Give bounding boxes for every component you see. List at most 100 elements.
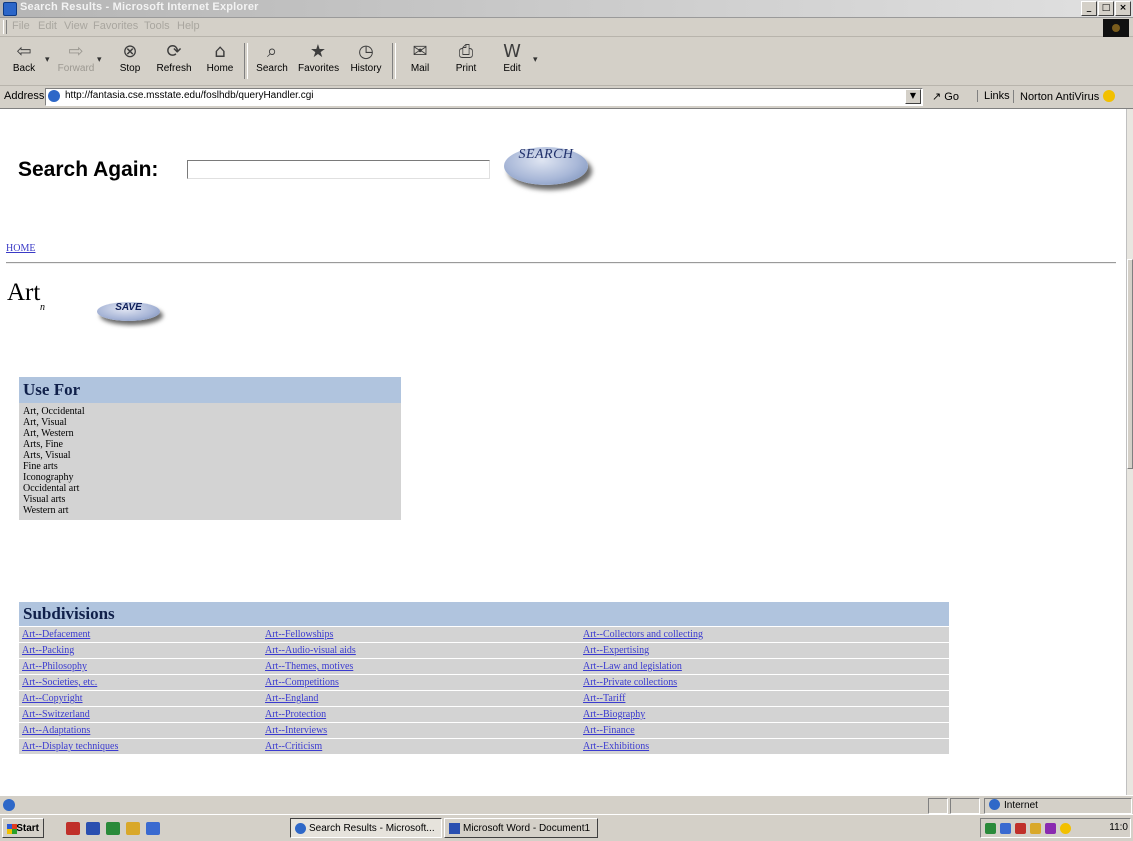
- refresh-button[interactable]: ⟳ Refresh: [154, 39, 194, 83]
- outlook-icon[interactable]: [126, 822, 140, 835]
- task-word[interactable]: Microsoft Word - Document1: [444, 818, 598, 838]
- tray-icon[interactable]: [1015, 823, 1026, 834]
- menu-file[interactable]: File: [12, 20, 30, 32]
- page-status-icon: [3, 799, 15, 811]
- tray-icon[interactable]: [985, 823, 996, 834]
- subdivision-link[interactable]: Art--Societies, etc.: [19, 675, 262, 690]
- subdivision-link[interactable]: Art--Audio-visual aids: [262, 643, 580, 658]
- subdivision-link[interactable]: Art--Private collections: [580, 675, 949, 690]
- address-dropdown-icon[interactable]: ▼: [905, 89, 921, 104]
- subdivision-link[interactable]: Art--Law and legislation: [580, 659, 949, 674]
- back-dropdown-icon[interactable]: ▾: [45, 55, 50, 65]
- table-row: Art--Defacement Art--Fellowships Art--Co…: [19, 626, 949, 642]
- use-for-item: Western art: [23, 505, 69, 516]
- window-controls: _ □ ×: [1081, 1, 1131, 16]
- tray-icon[interactable]: [1030, 823, 1041, 834]
- save-button[interactable]: SAVE: [97, 302, 160, 321]
- table-row: Art--Societies, etc. Art--Competitions A…: [19, 674, 949, 690]
- edit-label: Edit: [503, 63, 521, 74]
- norton-tray-icon[interactable]: [1060, 823, 1071, 834]
- subdivision-link[interactable]: Art--Copyright: [19, 691, 262, 706]
- go-button[interactable]: ↗ Go: [932, 90, 959, 103]
- use-for-item: Art, Western: [23, 428, 74, 439]
- ie-icon: [3, 2, 17, 16]
- norton-antivirus-button[interactable]: Norton AntiVirus: [1013, 90, 1116, 103]
- search-again-input[interactable]: [187, 160, 490, 179]
- excel-icon[interactable]: [106, 822, 120, 835]
- search-toolbar-button[interactable]: ⌕ Search: [252, 39, 292, 83]
- tray-icon[interactable]: [1000, 823, 1011, 834]
- home-label: Home: [206, 63, 234, 74]
- menu-tools[interactable]: Tools: [144, 20, 170, 32]
- back-label: Back: [12, 63, 36, 74]
- subdivision-link[interactable]: Art--Expertising: [580, 643, 949, 658]
- home-button[interactable]: ⌂ Home: [200, 39, 240, 83]
- close-button[interactable]: ×: [1115, 1, 1131, 16]
- search-button[interactable]: SEARCH: [504, 147, 588, 185]
- subdivision-link[interactable]: Art--Interviews: [262, 723, 580, 738]
- subdivision-link[interactable]: Art--Adaptations: [19, 723, 262, 738]
- address-url[interactable]: http://fantasia.cse.msstate.edu/foslhdb/…: [65, 90, 313, 101]
- subdivision-link[interactable]: Art--Fellowships: [262, 627, 580, 642]
- use-for-item: Art, Visual: [23, 417, 67, 428]
- vertical-scrollbar[interactable]: [1126, 109, 1133, 795]
- stop-button[interactable]: ⊗ Stop: [110, 39, 150, 83]
- task-label: Search Results - Microsoft...: [309, 823, 435, 834]
- status-pane: [950, 798, 980, 814]
- subdivision-link[interactable]: Art--Philosophy: [19, 659, 262, 674]
- subdivision-link[interactable]: Art--Exhibitions: [580, 739, 949, 754]
- forward-dropdown-icon[interactable]: ▾: [97, 55, 102, 65]
- mail-button[interactable]: ✉ Mail: [400, 39, 440, 83]
- subdivision-link[interactable]: Art--Protection: [262, 707, 580, 722]
- menu-favorites[interactable]: Favorites: [93, 20, 138, 32]
- subdivision-link[interactable]: Art--Criticism: [262, 739, 580, 754]
- menu-help[interactable]: Help: [177, 20, 200, 32]
- subdivision-link[interactable]: Art--Packing: [19, 643, 262, 658]
- subdivision-link[interactable]: Art--Tariff: [580, 691, 949, 706]
- subdivision-link[interactable]: Art--Finance: [580, 723, 949, 738]
- edit-dropdown-icon[interactable]: ▾: [533, 55, 538, 65]
- table-row: Art--Switzerland Art--Protection Art--Bi…: [19, 706, 949, 722]
- print-icon: ⎙: [458, 41, 474, 62]
- subdivision-link[interactable]: Art--Switzerland: [19, 707, 262, 722]
- subdivision-link[interactable]: Art--Competitions: [262, 675, 580, 690]
- back-button[interactable]: ⇦ Back: [4, 39, 44, 83]
- menu-edit[interactable]: Edit: [38, 20, 57, 32]
- scrollbar-thumb[interactable]: [1127, 259, 1133, 469]
- norton-label: Norton AntiVirus: [1020, 91, 1100, 103]
- word-icon[interactable]: [86, 822, 100, 835]
- quicklaunch-icon[interactable]: [66, 822, 80, 835]
- term-part-of-speech: n: [40, 302, 45, 313]
- task-ie[interactable]: Search Results - Microsoft...: [290, 818, 442, 838]
- menu-grip: [3, 20, 7, 34]
- maximize-button[interactable]: □: [1098, 1, 1114, 16]
- minimize-button[interactable]: _: [1081, 1, 1097, 16]
- use-for-item: Art, Occidental: [23, 406, 85, 417]
- forward-button[interactable]: ⇨ Forward: [56, 39, 96, 83]
- subdivision-link[interactable]: Art--Display techniques: [19, 739, 262, 754]
- print-button[interactable]: ⎙ Print: [446, 39, 486, 83]
- menu-view[interactable]: View: [64, 20, 88, 32]
- address-input[interactable]: http://fantasia.cse.msstate.edu/foslhdb/…: [45, 88, 923, 106]
- subdivision-link[interactable]: Art--Collectors and collecting: [580, 627, 949, 642]
- subdivision-link[interactable]: Art--England: [262, 691, 580, 706]
- ie-icon: [295, 823, 306, 834]
- subdivision-link[interactable]: Art--Themes, motives: [262, 659, 580, 674]
- links-button[interactable]: Links: [977, 90, 1010, 102]
- windows-logo-throbber: [1103, 19, 1129, 38]
- subdivision-link[interactable]: Art--Biography: [580, 707, 949, 722]
- home-link[interactable]: HOME: [6, 243, 35, 254]
- table-row: Art--Packing Art--Audio-visual aids Art-…: [19, 642, 949, 658]
- subdivisions-panel: Subdivisions Art--Defacement Art--Fellow…: [19, 602, 949, 754]
- subdivision-link[interactable]: Art--Defacement: [19, 627, 262, 642]
- favorites-button[interactable]: ★ Favorites: [298, 39, 339, 83]
- status-pane: [928, 798, 948, 814]
- tray-icon[interactable]: [1045, 823, 1056, 834]
- edit-button[interactable]: W Edit: [492, 39, 532, 83]
- start-button[interactable]: Start: [2, 818, 44, 838]
- zone-label: Internet: [1004, 800, 1038, 811]
- history-button[interactable]: ◷ History: [346, 39, 386, 83]
- page-content: Search Again: SEARCH HOME Art n SAVE Use…: [0, 109, 1126, 795]
- ie-icon[interactable]: [146, 822, 160, 835]
- search-label: Search: [256, 63, 288, 74]
